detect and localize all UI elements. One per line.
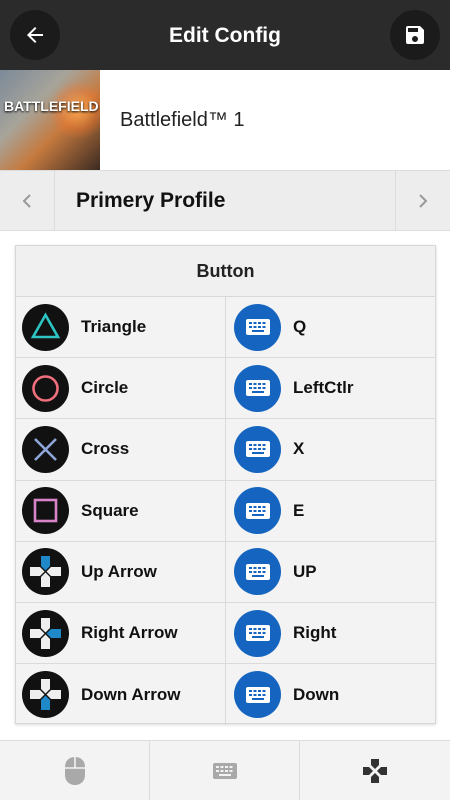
floppy-disk-icon [406, 26, 424, 44]
page-title: Edit Config [169, 24, 281, 47]
controller-button-cell[interactable]: Up Arrow [16, 541, 226, 602]
controller-button-label: Circle [81, 378, 129, 398]
keyboard-icon [234, 609, 281, 657]
controller-button-label: Right Arrow [81, 623, 178, 643]
controller-button-label: Down Arrow [81, 684, 181, 704]
mapped-key-label: UP [293, 561, 317, 581]
mapped-key-cell[interactable]: X [226, 419, 435, 479]
game-name: Battlefield™ 1 [120, 109, 245, 131]
controller-button-label: Square [81, 500, 139, 520]
mapped-key-cell[interactable]: Q [226, 297, 435, 357]
mapped-key-cell[interactable]: UP [226, 542, 435, 602]
controller-button-cell[interactable]: Square [16, 480, 226, 541]
table-row: Right Arrow Right [16, 602, 435, 665]
controller-button-label: Triangle [81, 317, 147, 337]
mapped-key-label: X [293, 439, 305, 459]
dpad-right-icon [22, 609, 69, 657]
game-cover-image: BATTLEFIELD 1 [0, 70, 100, 170]
mapped-key-label: LeftCtlr [293, 378, 354, 398]
controller-button-label: Cross [81, 439, 130, 459]
tab-mouse[interactable] [0, 741, 150, 800]
controller-button-cell[interactable]: Circle [16, 358, 226, 419]
controller-button-label: Up Arrow [81, 561, 157, 581]
mapped-key-cell[interactable]: LeftCtlr [226, 358, 435, 418]
top-app-bar: Edit Config [0, 0, 450, 70]
mouse-icon [64, 757, 85, 785]
keyboard-icon [234, 425, 281, 473]
keyboard-icon [234, 364, 281, 412]
mapped-key-label: Down [293, 684, 340, 704]
mapped-key-cell[interactable]: Right [226, 603, 435, 663]
table-row: Down Arrow Down [16, 664, 435, 726]
cross-button-icon [22, 425, 69, 473]
controller-button-cell[interactable]: Down Arrow [16, 664, 226, 726]
profile-selector: Primery Profile [0, 170, 450, 231]
table-header: Button [16, 246, 435, 297]
dpad-down-icon [22, 671, 69, 719]
next-profile-button[interactable] [395, 171, 450, 230]
gamepad-icon [363, 759, 387, 783]
controller-button-cell[interactable]: Cross [16, 419, 226, 480]
mapped-key-label: Q [293, 317, 307, 337]
keyboard-icon [234, 487, 281, 535]
tab-keyboard[interactable] [150, 741, 300, 800]
keyboard-icon [212, 763, 237, 779]
bottom-tab-bar [0, 740, 450, 800]
table-row: Circle LeftCtlr [16, 358, 435, 420]
game-cover-title: BATTLEFIELD 1 [4, 98, 100, 114]
save-button[interactable] [390, 10, 440, 60]
dpad-up-icon [22, 548, 69, 596]
table-row: Square E [16, 480, 435, 542]
mapped-key-cell[interactable]: Down [226, 664, 435, 725]
table-row: Cross X [16, 419, 435, 481]
keyboard-icon [234, 548, 281, 596]
controller-button-cell[interactable]: Triangle [16, 297, 226, 358]
keyboard-icon [234, 303, 281, 351]
mapped-key-cell[interactable]: E [226, 481, 435, 541]
game-info: BATTLEFIELD 1 Battlefield™ 1 [0, 70, 450, 170]
chevron-right-icon [419, 193, 428, 208]
previous-profile-button[interactable] [0, 171, 55, 230]
controller-button-cell[interactable]: Right Arrow [16, 602, 226, 664]
circle-button-icon [22, 364, 69, 412]
square-button-icon [22, 487, 69, 535]
keyboard-icon [234, 671, 281, 719]
table-row: Triangle Q [16, 297, 435, 359]
chevron-left-icon [22, 193, 31, 208]
mapped-key-label: Right [293, 623, 337, 643]
table-row: Up Arrow UP [16, 541, 435, 603]
profile-name: Primery Profile [76, 189, 226, 212]
mapped-key-label: E [293, 500, 305, 520]
tab-gamepad[interactable] [300, 741, 450, 800]
triangle-button-icon [22, 303, 69, 351]
button-mapping-table: Button Triangle Q Circle LeftCtlr Cross … [15, 245, 436, 726]
